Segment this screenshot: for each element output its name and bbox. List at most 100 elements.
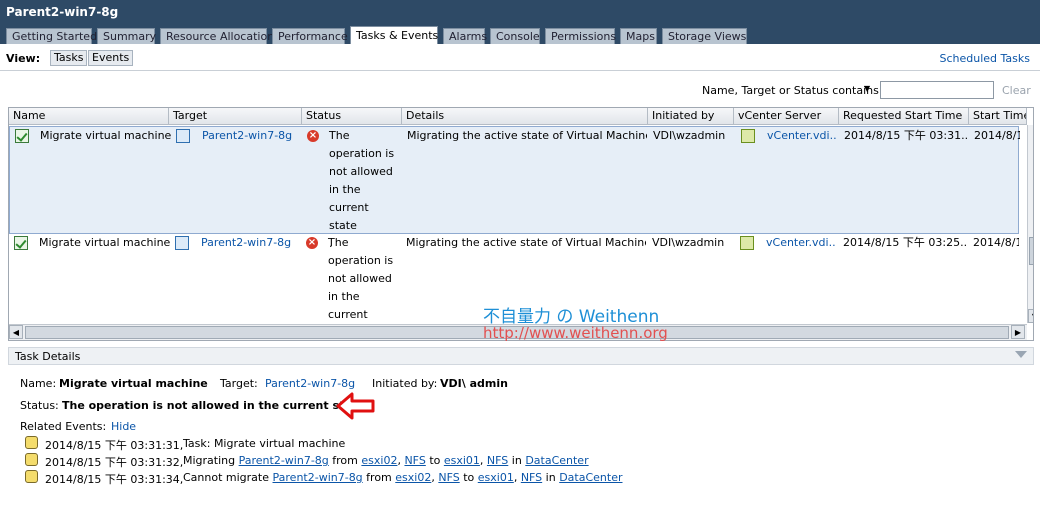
task-details-title: Task Details bbox=[15, 350, 81, 363]
tab-alarms[interactable]: Alarms bbox=[443, 28, 487, 44]
event-host-link[interactable]: esxi02 bbox=[361, 454, 397, 467]
event-datacenter-link[interactable]: DataCenter bbox=[559, 471, 622, 484]
event-to: to bbox=[463, 471, 475, 484]
status-line: The bbox=[329, 129, 350, 142]
scroll-down-arrow-icon[interactable]: ▼ bbox=[1028, 309, 1033, 323]
event-time: 2014/8/15 下午 03:31:31, bbox=[45, 439, 184, 452]
status-line: in the bbox=[329, 183, 361, 196]
tasks-view-button[interactable]: Tasks bbox=[50, 50, 88, 66]
task-name: Migrate virtual machine bbox=[39, 236, 171, 249]
filter-dropdown-icon[interactable]: ▼ bbox=[864, 84, 870, 93]
target-link[interactable]: Parent2-win7-8g bbox=[265, 377, 355, 390]
hide-link[interactable]: Hide bbox=[111, 420, 136, 433]
requested-start-time: 2014/8/15 下午 03:31... bbox=[844, 129, 968, 142]
event-text: Migrating Parent2-win7-8g from esxi02, N… bbox=[183, 454, 589, 467]
tab-storage-views[interactable]: Storage Views bbox=[662, 28, 747, 44]
status-line: in the bbox=[328, 290, 360, 303]
scheduled-tasks-link[interactable]: Scheduled Tasks bbox=[940, 52, 1031, 65]
event-sep: , bbox=[431, 471, 435, 484]
tab-console[interactable]: Console bbox=[490, 28, 540, 44]
event-vm-link[interactable]: Parent2-win7-8g bbox=[239, 454, 329, 467]
table-row[interactable]: Migrate virtual machine Parent2-win7-8g … bbox=[9, 126, 1020, 250]
event-time: 2014/8/15 下午 03:31:34, bbox=[45, 473, 184, 486]
task-icon bbox=[14, 236, 28, 250]
task-target-link[interactable]: Parent2-win7-8g bbox=[202, 127, 292, 145]
requested-start-time: 2014/8/15 下午 03:25... bbox=[843, 236, 967, 249]
event-verb: Migrating bbox=[183, 454, 236, 467]
event-sep: , bbox=[479, 454, 484, 467]
tab-maps[interactable]: Maps bbox=[620, 28, 657, 44]
task-name: Migrate virtual machine bbox=[40, 129, 172, 142]
tab-tasks-events[interactable]: Tasks & Events bbox=[350, 26, 438, 44]
column-header-initiated-by[interactable]: Initiated by bbox=[648, 108, 734, 125]
name-value: Migrate virtual machine bbox=[59, 377, 208, 390]
filter-input[interactable] bbox=[880, 81, 994, 99]
tab-permissions[interactable]: Permissions bbox=[545, 28, 616, 44]
event-host-link[interactable]: esxi02 bbox=[395, 471, 431, 484]
task-initiated-by: VDI\wzadmin bbox=[652, 236, 725, 249]
vm-icon bbox=[176, 129, 190, 143]
task-details-header[interactable]: Task Details bbox=[8, 347, 1034, 365]
event-to: to bbox=[429, 454, 441, 467]
initiated-label: Initiated by: bbox=[372, 377, 438, 390]
collapse-icon[interactable] bbox=[1015, 351, 1027, 358]
task-details: Migrating the active state of Virtual Ma… bbox=[406, 236, 646, 249]
event-datastore-link[interactable]: NFS bbox=[404, 454, 425, 467]
event-text: Task: Migrate virtual machine bbox=[183, 437, 346, 450]
status-line: not allowed bbox=[329, 165, 393, 178]
tab-resource-allocation[interactable]: Resource Allocation bbox=[160, 28, 274, 44]
tab-summary[interactable]: Summary bbox=[97, 28, 156, 44]
vcenter-link[interactable]: vCenter.vdi... bbox=[766, 234, 836, 252]
event-datacenter-link[interactable]: DataCenter bbox=[525, 454, 588, 467]
target-label: Target: bbox=[220, 377, 258, 390]
vertical-scrollbar[interactable]: ▼ bbox=[1027, 125, 1033, 323]
initiated-value: VDI\ admin bbox=[440, 377, 508, 390]
start-time: 2014/8/15 bbox=[974, 129, 1020, 142]
event-info-icon bbox=[25, 470, 38, 483]
tab-getting-started[interactable]: Getting Started bbox=[6, 28, 97, 44]
event-in: in bbox=[545, 471, 556, 484]
watermark-url: http://www.weithenn.org bbox=[483, 324, 668, 342]
view-label: View: bbox=[6, 52, 41, 65]
vm-icon bbox=[175, 236, 189, 250]
event-host-link[interactable]: esxi01 bbox=[478, 471, 514, 484]
task-icon bbox=[15, 129, 29, 143]
column-header-target[interactable]: Target bbox=[169, 108, 302, 125]
column-header-start-time[interactable]: Start Time bbox=[969, 108, 1027, 125]
event-sep: , bbox=[513, 471, 518, 484]
name-label: Name: bbox=[20, 377, 57, 390]
event-host-link[interactable]: esxi01 bbox=[444, 454, 480, 467]
status-value: The operation is not allowed in the curr… bbox=[62, 399, 369, 412]
column-header-details[interactable]: Details bbox=[402, 108, 648, 125]
view-bar: View: Tasks Events Scheduled Tasks bbox=[0, 44, 1040, 71]
task-target-link[interactable]: Parent2-win7-8g bbox=[201, 234, 291, 252]
error-icon: × bbox=[306, 237, 318, 249]
vcenter-icon bbox=[741, 129, 755, 143]
column-header-vcenter-server[interactable]: vCenter Server bbox=[734, 108, 839, 125]
event-datastore-link[interactable]: NFS bbox=[521, 471, 542, 484]
column-header-name[interactable]: Name bbox=[9, 108, 169, 125]
tab-performance[interactable]: Performance bbox=[272, 28, 348, 44]
event-datastore-link[interactable]: NFS bbox=[487, 454, 508, 467]
window-title: Parent2-win7-8g bbox=[0, 0, 1040, 26]
event-datastore-link[interactable]: NFS bbox=[438, 471, 459, 484]
clear-filter-button[interactable]: Clear bbox=[1002, 84, 1031, 97]
event-time: 2014/8/15 下午 03:31:32, bbox=[45, 456, 184, 469]
event-vm-link[interactable]: Parent2-win7-8g bbox=[273, 471, 363, 484]
scroll-left-arrow-icon[interactable]: ◀ bbox=[9, 325, 23, 339]
scroll-right-arrow-icon[interactable]: ▶ bbox=[1011, 325, 1025, 339]
event-sep: , bbox=[397, 454, 401, 467]
error-icon: × bbox=[307, 130, 319, 142]
status-line: The bbox=[328, 236, 349, 249]
status-line: operation is bbox=[329, 147, 395, 160]
vertical-scroll-thumb[interactable] bbox=[1029, 237, 1033, 265]
event-from: from bbox=[332, 454, 358, 467]
status-line: not allowed bbox=[328, 272, 392, 285]
status-label: Status: bbox=[20, 399, 59, 412]
tab-strip: Getting Started Summary Resource Allocat… bbox=[0, 26, 1040, 44]
vcenter-link[interactable]: vCenter.vdi... bbox=[767, 127, 837, 145]
event-verb: Cannot migrate bbox=[183, 471, 270, 484]
column-header-requested-start-time[interactable]: Requested Start Time bbox=[839, 108, 969, 125]
events-view-button[interactable]: Events bbox=[88, 50, 134, 66]
column-header-status[interactable]: Status bbox=[302, 108, 402, 125]
